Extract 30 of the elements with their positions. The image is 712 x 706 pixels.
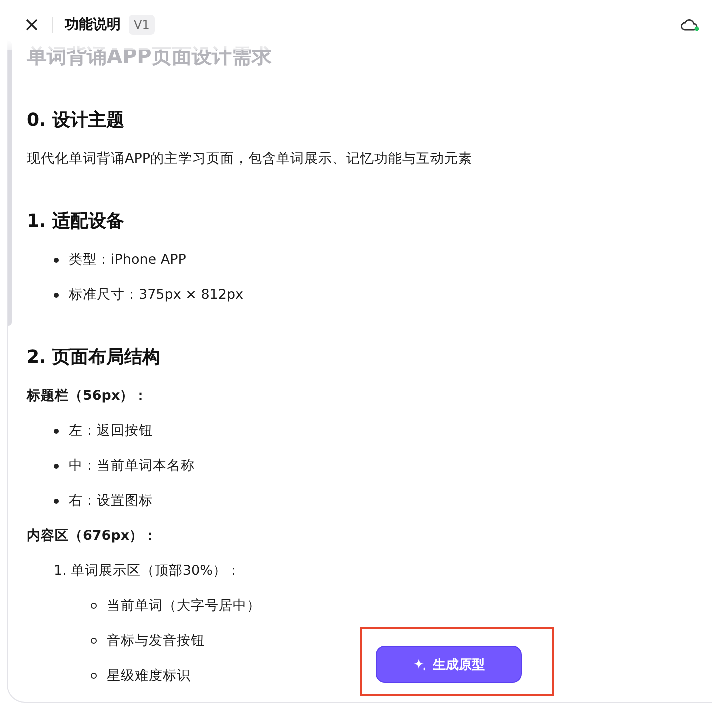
bullet-icon [54,258,59,262]
bullet-icon [91,603,97,609]
list-item: 标准尺寸：375px × 812px [69,286,244,305]
list-item: 星级难度标识 [107,667,191,686]
section-heading: 1. 适配设备 [27,210,126,234]
list-item: 中：当前单词本名称 [69,457,195,476]
list-item: 音标与发音按钮 [107,632,205,651]
bullet-icon [91,638,97,644]
bullet-icon [54,292,59,298]
bullet-icon [54,464,59,468]
bullet-icon [54,498,59,504]
section-heading: 0. 设计主题 [27,109,126,133]
bullet-icon [54,428,59,434]
generate-button[interactable]: 生成原型 [377,647,521,682]
section-label: 标题栏（56px）： [27,387,148,406]
panel-title: 功能说明 [65,16,121,34]
list-item: 单词展示区（顶部30%）： [70,562,241,581]
cloud-icon[interactable] [680,18,700,32]
list-item: 类型：iPhone APP [69,251,186,270]
list-number: 1. [54,562,67,581]
list-item: 当前单词（大字号居中） [107,597,261,616]
section-label: 内容区（676px）： [27,527,158,546]
version-badge: V1 [129,15,155,35]
section-heading: 2. 页面布局结构 [27,346,162,370]
sparkle-icon [413,658,427,672]
list-item: 右：设置图标 [69,492,153,511]
bullet-icon [91,673,97,679]
paragraph: 现代化单词背诵APP的主学习页面，包含单词展示、记忆功能与互动元素 [27,150,474,169]
list-item: 左：返回按钮 [69,422,153,441]
document-title: 单词背诵APP页面设计需求 [27,44,273,68]
